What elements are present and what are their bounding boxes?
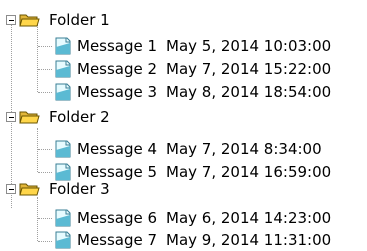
folder-label: Folder 1 — [49, 11, 110, 29]
open-folder-icon — [19, 183, 40, 196]
message-label: Message 1 — [77, 37, 158, 55]
document-icon — [55, 231, 71, 249]
tree-view: Folder 1 Message 1 May 5, 2014 10:03:00 … — [0, 0, 367, 251]
collapse-toggle-icon[interactable] — [6, 15, 16, 25]
document-icon — [55, 37, 71, 55]
open-folder-icon — [19, 14, 40, 27]
message-label: Message 6 — [77, 209, 158, 227]
message-label: Message 7 — [77, 231, 158, 249]
message-date: May 7, 2014 8:34:00 — [166, 140, 322, 158]
tree-line-item — [38, 92, 52, 93]
message-label: Message 2 — [77, 60, 158, 78]
folder-label: Folder 2 — [49, 108, 110, 126]
message-date: May 8, 2014 18:54:00 — [166, 83, 332, 101]
tree-line-item — [38, 69, 52, 70]
tree-line-folder-3 — [37, 197, 38, 241]
document-icon — [55, 83, 71, 101]
message-date: May 9, 2014 11:31:00 — [166, 231, 332, 249]
message-date: May 6, 2014 14:23:00 — [166, 209, 332, 227]
message-date: May 7, 2014 16:59:00 — [166, 163, 332, 181]
folder-label: Folder 3 — [49, 180, 110, 198]
tree-line-item — [38, 218, 52, 219]
document-icon — [55, 60, 71, 78]
document-icon — [55, 140, 71, 158]
tree-line-item — [38, 241, 52, 242]
message-date: May 5, 2014 10:03:00 — [166, 37, 332, 55]
message-label: Message 4 — [77, 140, 158, 158]
tree-line-item — [38, 46, 52, 47]
tree-line-item — [38, 149, 52, 150]
message-label: Message 3 — [77, 83, 158, 101]
document-icon — [55, 209, 71, 227]
collapse-toggle-icon[interactable] — [6, 112, 16, 122]
tree-line-item — [38, 172, 52, 173]
tree-line-folder-2 — [37, 128, 38, 172]
message-date: May 7, 2014 15:22:00 — [166, 60, 332, 78]
open-folder-icon — [19, 111, 40, 124]
tree-line-folder-1 — [37, 20, 38, 92]
collapse-toggle-icon[interactable] — [6, 184, 16, 194]
